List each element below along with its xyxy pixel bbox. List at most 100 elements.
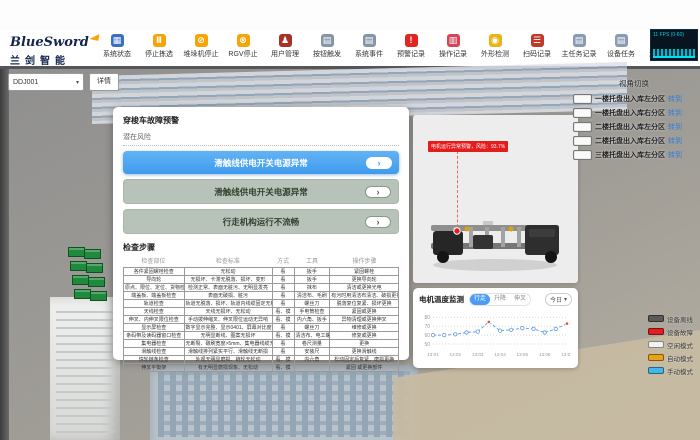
toolbar-item[interactable]: ▤设备任务 — [600, 34, 642, 59]
toolbar-item[interactable]: ▤系统事件 — [348, 34, 390, 59]
steps-section-label: 检查步骤 — [123, 242, 399, 253]
fps-meter[interactable]: 11 FPS (0-60) — [650, 29, 698, 61]
table-cell: 看 — [272, 324, 294, 332]
toolbar-item[interactable]: ◉外形检测 — [474, 34, 516, 59]
table-cell: 螺丝刀 — [294, 324, 330, 332]
toolbar-item[interactable]: ☰扫码记录 — [516, 34, 558, 59]
table-cell: 抹布 — [294, 284, 330, 292]
table-cell: 看、摸 — [272, 356, 294, 364]
view-switcher-item[interactable]: 一楼托盘出入库左分区转到 — [573, 94, 695, 103]
view-thumb-icon — [573, 94, 592, 104]
view-thumb-icon — [573, 150, 592, 160]
brand-logo: BlueSword 兰剑智能 — [10, 33, 94, 67]
view-item-label: 一楼托盘出入库左分区 — [595, 94, 665, 104]
scan-records-icon: ☰ — [531, 34, 544, 47]
fps-meter-label: 11 FPS (0-60) — [651, 30, 697, 38]
chart-tab-伸叉[interactable]: 伸叉 — [510, 294, 530, 305]
stop-picking-icon: Ⅱ — [153, 34, 166, 47]
legend-swatch — [648, 328, 664, 335]
table-row: 条码带及读码器窗口检查无明显断线、图案无损坏看、摸清洁布、电工螺丝修复或更换 — [124, 332, 399, 340]
svg-text:13:04: 13:04 — [494, 352, 506, 357]
view-switcher-item[interactable]: 一楼托盘出入库右分区转到 — [573, 108, 695, 117]
toolbar-item[interactable]: ♟用户管理 — [264, 34, 306, 59]
toolbar-item[interactable]: ▦系统状态 — [96, 34, 138, 59]
toolbar-item[interactable]: Ⅱ停止拣选 — [138, 34, 180, 59]
pallet-block — [72, 275, 89, 285]
view-item-label: 二楼托盘出入库左分区 — [595, 122, 665, 132]
legend-swatch — [648, 367, 664, 374]
warning-banner[interactable]: 滑触线供电开关电源异常› — [123, 151, 399, 174]
detail-button[interactable]: 详情 — [89, 73, 119, 91]
steps-table-col-header: 方式 — [272, 256, 294, 265]
table-cell: 条码带及读码器窗口检查 — [124, 332, 185, 340]
goto-link[interactable]: 转到 — [668, 136, 682, 146]
table-cell: 天线检查 — [124, 308, 185, 316]
toolbar-item[interactable]: ▤按钮触发 — [306, 34, 348, 59]
table-row: 显示屏检查数字显示完整、显示0401、屏幕对比度好看螺丝刀维修或更换 — [124, 324, 399, 332]
scene-3d[interactable]: DDJ001 ▾ 详情 视角切换 一楼托盘出入库左分区转到一楼托盘出入库右分区转… — [0, 69, 700, 440]
steps-table-col-header: 检查标准 — [184, 256, 272, 265]
table-cell: 看、摸 — [272, 308, 294, 316]
toolbar-item[interactable]: ⊘堆垛机停止 — [180, 34, 222, 59]
table-cell: 集电器检查 — [124, 340, 185, 348]
device-select[interactable]: DDJ001 ▾ — [8, 73, 84, 91]
table-cell: 无断裂、碳刷宽度>5mm、集电器线缆无损 — [184, 340, 272, 348]
table-cell: 看 — [272, 300, 294, 308]
toolbar-item[interactable]: ⊗RGV停止 — [222, 34, 264, 59]
chevron-right-icon[interactable]: › — [366, 157, 392, 169]
shuttle-model — [413, 169, 578, 279]
alarm-records-icon: ! — [405, 34, 418, 47]
view-switcher-item[interactable]: 二楼托盘出入库左分区转到 — [573, 122, 695, 131]
table-cell: 修复或更换 — [330, 332, 399, 340]
pallet-block — [74, 289, 91, 299]
table-cell: 更换滑触线 — [330, 348, 399, 356]
risk-tooltip: 电机运行异常预警，风险：93.7% — [428, 141, 508, 152]
steps-table-col-header: 工具 — [294, 256, 330, 265]
device-tasks-icon: ▤ — [615, 34, 628, 47]
table-cell: 看 — [272, 340, 294, 348]
chevron-right-icon[interactable]: › — [365, 186, 391, 198]
table-row: 原点、限位、定位、货物检测光电检测正常、表面无脏污、无明显发亮看抹布清洁或更换光… — [124, 284, 399, 292]
system-events-icon: ▤ — [363, 34, 376, 47]
shape-detection-icon: ◉ — [489, 34, 502, 47]
legend-item: 自动模式 — [648, 354, 693, 361]
temperature-chart: 8070605013:0113:0213:0313:0413:0513:0613… — [419, 306, 572, 365]
legend-label: 设备故障 — [667, 327, 693, 337]
goto-link[interactable]: 转到 — [668, 122, 682, 132]
table-cell: 检测正常、表面无脏污、无明显发亮 — [184, 284, 272, 292]
toolbar-item[interactable]: ▥操作记录 — [432, 34, 474, 59]
chart-tab-行走[interactable]: 行走 — [470, 294, 490, 305]
table-cell: 有无明显磨损现象、无松动 — [184, 364, 272, 372]
shuttle-model-card[interactable]: 电机运行异常预警，风险：93.7% — [413, 115, 578, 283]
table-row: 端盖板、端盖板检查表面无破损、脏污看清洁布、毛刷有污时用清洁布清洁、破损更换 — [124, 292, 399, 300]
goto-link[interactable]: 转到 — [668, 94, 682, 104]
table-row: 导向轮无损坏、卡滞无脱落、损坏、变形看扳手更换导向轮 — [124, 276, 399, 284]
chart-tab-升降[interactable]: 升降 — [490, 294, 510, 305]
warning-banner[interactable]: 滑触线供电开关电源异常› — [123, 179, 399, 204]
toolbar-item[interactable]: !预警记录 — [390, 34, 432, 59]
table-cell: 原点、限位、定位、货物检测光电 — [124, 284, 185, 292]
pallet-block — [90, 291, 107, 301]
svg-text:13:02: 13:02 — [450, 352, 462, 357]
view-switcher: 视角切换 一楼托盘出入库左分区转到一楼托盘出入库右分区转到二楼托盘出入库左分区转… — [573, 78, 695, 164]
view-switcher-item[interactable]: 二楼托盘出入库右分区转到 — [573, 136, 695, 145]
device-select-value: DDJ001 — [13, 79, 38, 86]
toolbar-item-label: 主任务记录 — [562, 49, 597, 59]
chevron-down-icon: ▾ — [564, 296, 567, 303]
chevron-right-icon[interactable]: › — [365, 216, 391, 228]
table-cell: 轨道无脱落、损坏、轨道内线缆固定无松动 — [184, 300, 272, 308]
pallet-block — [86, 263, 103, 273]
table-row: 天线检查天线无损坏、无松动看、摸手电筒检查紧固或更换 — [124, 308, 399, 316]
goto-link[interactable]: 转到 — [668, 150, 682, 160]
steps-table-header: 检查部位检查标准方式工具操作步骤 — [123, 256, 399, 265]
warning-banner[interactable]: 行走机构运行不流畅› — [123, 209, 399, 234]
view-switcher-item[interactable]: 三楼托盘出入库左分区转到 — [573, 150, 695, 159]
toolbar-item-label: 堆垛机停止 — [184, 49, 219, 59]
scene-green-pallets — [68, 247, 114, 319]
range-select[interactable]: 今日 ▾ — [545, 293, 572, 306]
goto-link[interactable]: 转到 — [668, 108, 682, 118]
toolbar-item[interactable]: ▤主任务记录 — [558, 34, 600, 59]
table-cell: 异物清理或更换伸叉 — [330, 316, 399, 324]
steps-table: 各件紧固螺栓检查无松动看扳手紧固螺栓导向轮无损坏、卡滞无脱落、损坏、变形看扳手更… — [123, 267, 399, 372]
warning-label: 行走机构运行不流畅 — [124, 216, 398, 228]
